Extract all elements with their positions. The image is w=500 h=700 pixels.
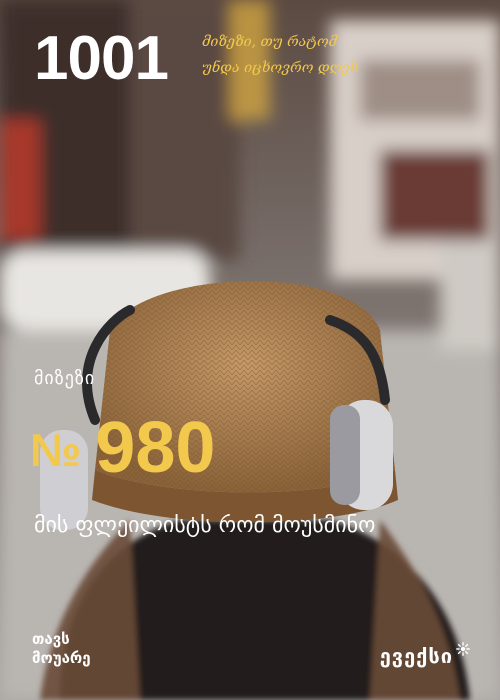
footer-slogan-line2: მოუარე [32,649,91,667]
reason-number-value: 980 [95,408,216,488]
brand-wordmark: ევექსი [379,642,470,668]
brand-logo: 1001 მიზეზი, თუ რატომ უნდა იცხოვრო დღეს [34,28,434,108]
number-sign: № [30,424,82,476]
logo-tagline-line1: მიზეზი, თუ რატომ [202,34,337,50]
poster: 1001 მიზეზი, თუ რატომ უნდა იცხოვრო დღეს … [0,0,500,700]
reason-text: მის ფლეილისტს რომ მოუსმინო [34,513,376,538]
footer-slogan: თავს მოუარე [32,630,91,668]
logo-number: 1001 [34,24,169,93]
logo-tagline-line2: უნდა იცხოვრო დღეს [202,60,359,76]
brand-name: ევექსი [379,644,453,668]
reason-number: № 980 [30,412,215,486]
reason-label: მიზეზი [34,368,96,389]
sun-burst-icon [456,642,470,656]
footer-slogan-line1: თავს [32,630,70,648]
